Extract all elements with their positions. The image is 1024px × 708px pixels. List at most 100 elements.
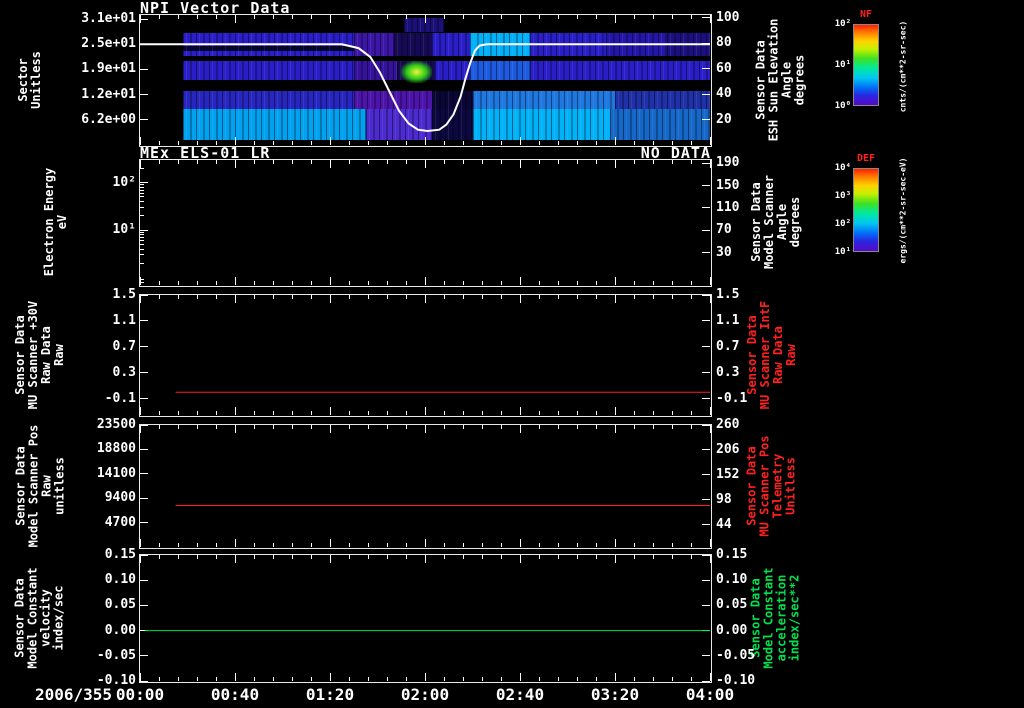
tick-label: 0.10 xyxy=(716,572,748,588)
colorbar-tick-label: 10² xyxy=(834,19,851,29)
time-tick xyxy=(690,160,692,164)
tick-label: 1.9e+01 xyxy=(81,61,136,77)
time-tick xyxy=(272,160,274,164)
time-tick xyxy=(481,281,483,285)
tick-label: 0.10 xyxy=(104,572,136,588)
y-tick xyxy=(702,252,710,254)
time-tick xyxy=(177,281,179,285)
tick-label: 10¹ xyxy=(112,222,136,238)
y-minor-tick xyxy=(140,281,144,283)
colorbar-def-unit: ergs/(cm**2-sr-sec-eV) xyxy=(898,157,908,263)
time-tick xyxy=(709,160,711,168)
colorbar-def xyxy=(853,168,879,252)
time-tick xyxy=(671,160,673,164)
axis-title-line: Sensor Data xyxy=(13,446,28,526)
time-tick xyxy=(709,277,711,285)
tick-label: 0.05 xyxy=(104,597,136,613)
time-tick-label: 02:40 xyxy=(495,685,545,704)
time-tick xyxy=(253,281,255,285)
time-tick xyxy=(652,281,654,285)
time-tick xyxy=(196,160,198,164)
tick-label: 40 xyxy=(716,86,732,102)
tick-label: 150 xyxy=(716,177,740,193)
time-tick xyxy=(614,160,616,168)
y-tick xyxy=(140,229,148,231)
time-tick xyxy=(595,281,597,285)
y-minor-tick xyxy=(140,186,144,188)
data-line-mu-scanner-raw xyxy=(175,391,710,393)
time-tick xyxy=(291,281,293,285)
tick-label: 20 xyxy=(716,111,732,127)
time-tick-label: 04:00 xyxy=(685,685,735,704)
time-tick xyxy=(196,281,198,285)
time-tick xyxy=(481,160,483,164)
plot-title-els: MEx ELS-01 LR xyxy=(140,144,271,162)
tick-label: 206 xyxy=(716,441,740,457)
tick-label: 44 xyxy=(716,516,732,532)
colorbar-tick-label: 10⁰ xyxy=(834,101,851,111)
time-tick xyxy=(329,277,331,285)
time-tick xyxy=(576,281,578,285)
time-tick xyxy=(690,281,692,285)
time-tick xyxy=(310,281,312,285)
time-tick xyxy=(671,281,673,285)
time-tick xyxy=(595,160,597,164)
y-minor-tick xyxy=(140,243,144,245)
tick-label: 1.5 xyxy=(716,287,740,302)
y-minor-tick xyxy=(140,262,144,264)
tick-label: -0.05 xyxy=(716,647,756,663)
time-tick xyxy=(139,160,141,168)
y-minor-tick xyxy=(140,192,144,194)
colorbar-nf-title: NF xyxy=(859,9,873,20)
data-line-model-scanner-pos xyxy=(175,505,710,506)
time-tick xyxy=(291,160,293,164)
y-minor-tick xyxy=(140,184,144,186)
y-minor-tick xyxy=(140,234,144,236)
y-minor-tick xyxy=(140,240,144,242)
science-plot-screen: NPI Vector Data MEx ELS-01 LR NO DATA Se… xyxy=(0,0,1024,708)
y-minor-tick xyxy=(140,279,144,281)
time-tick xyxy=(386,281,388,285)
tick-label: 260 xyxy=(716,417,740,432)
tick-label: 9400 xyxy=(104,490,136,506)
tick-label: 152 xyxy=(716,466,740,482)
time-tick xyxy=(253,160,255,164)
tick-label: 0.15 xyxy=(104,547,136,562)
tick-label: 190 xyxy=(716,155,740,171)
time-tick xyxy=(367,281,369,285)
tick-label: 2.5e+01 xyxy=(81,36,136,52)
y-minor-tick xyxy=(140,237,144,238)
time-tick xyxy=(519,160,521,168)
y-tick xyxy=(702,207,710,209)
time-tick xyxy=(234,160,236,168)
tick-label: 70 xyxy=(716,222,732,238)
time-tick xyxy=(367,160,369,164)
tick-label: 6.2e+00 xyxy=(81,111,136,127)
time-tick xyxy=(652,160,654,164)
y-minor-tick xyxy=(140,254,144,256)
tick-label: -0.05 xyxy=(96,647,136,663)
tick-label: 80 xyxy=(716,35,732,51)
colorbar-tick-label: 10¹ xyxy=(834,247,851,257)
time-tick xyxy=(215,160,217,164)
y-tick xyxy=(702,185,710,187)
time-tick xyxy=(500,160,502,164)
tick-label: 0.7 xyxy=(112,338,136,354)
axis-title-line: Unitless xyxy=(29,51,44,109)
time-tick xyxy=(500,281,502,285)
time-tick xyxy=(462,160,464,164)
y-minor-tick xyxy=(140,167,144,169)
time-tick xyxy=(310,160,312,164)
tick-label: 4700 xyxy=(104,514,136,530)
tick-label: 3.1e+01 xyxy=(81,11,136,27)
y-minor-tick xyxy=(140,201,144,203)
colorbar-def-title: DEF xyxy=(856,153,876,164)
data-line-model-constant-velocity xyxy=(144,630,710,632)
time-tick xyxy=(576,160,578,164)
time-tick xyxy=(386,160,388,164)
time-tick xyxy=(614,277,616,285)
tick-label: 18800 xyxy=(96,441,136,457)
y-minor-tick xyxy=(140,231,144,233)
tick-label: 0.3 xyxy=(716,364,740,380)
panel-electron-energy xyxy=(139,159,712,287)
